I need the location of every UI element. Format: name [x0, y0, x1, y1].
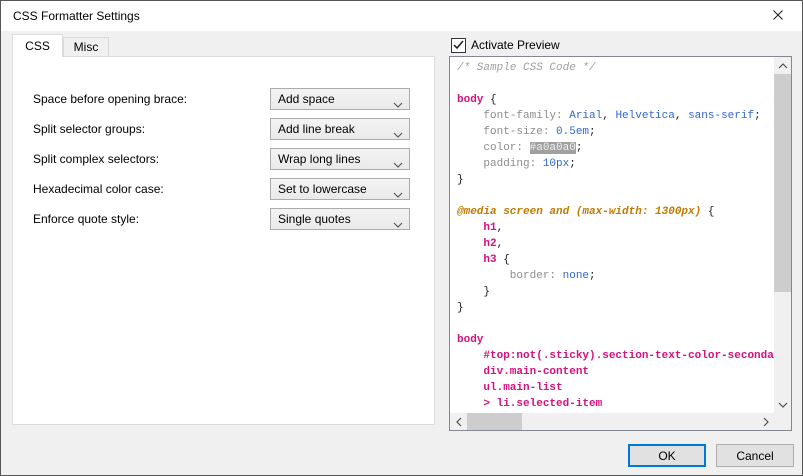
label-split-complex-selectors: Split complex selectors:	[33, 152, 159, 166]
code-line: }	[457, 284, 774, 300]
checkbox-check-icon	[453, 39, 464, 53]
scrollbar-corner	[774, 413, 791, 430]
code-line: ul.main-list	[457, 380, 774, 396]
horizontal-scrollbar-thumb[interactable]	[467, 413, 522, 430]
css-preview-pane: /* Sample CSS Code */ body { font-family:…	[449, 56, 792, 431]
code-line: > li.selected-item	[457, 396, 774, 412]
activate-preview-label: Activate Preview	[471, 38, 560, 52]
code-line: /* Sample CSS Code */	[457, 60, 774, 76]
code-line: font-size: 0.5em;	[457, 124, 774, 140]
code-line: padding: 10px;	[457, 156, 774, 172]
tab-page-css: Space before opening brace: Split select…	[12, 56, 435, 425]
vertical-scrollbar-thumb[interactable]	[774, 74, 791, 292]
combo-value: Add space	[278, 92, 335, 106]
code-line: color: #a0a0a0;	[457, 140, 774, 156]
activate-preview-checkbox[interactable]	[451, 38, 466, 53]
css-formatter-settings-dialog: CSS Formatter Settings CSS Misc Space be…	[0, 0, 803, 476]
combo-enforce-quote-style[interactable]: Single quotes	[270, 208, 410, 230]
scroll-up-icon[interactable]	[774, 57, 791, 74]
scroll-down-icon[interactable]	[774, 396, 791, 413]
combo-space-before-brace[interactable]: Add space	[270, 88, 410, 110]
combo-value: Add line break	[278, 122, 355, 136]
code-line: }	[457, 172, 774, 188]
code-line: h1,	[457, 220, 774, 236]
chevron-down-icon	[393, 97, 403, 111]
code-line: }	[457, 300, 774, 316]
code-line	[457, 76, 774, 92]
ok-button[interactable]: OK	[628, 444, 706, 467]
combo-hex-color-case[interactable]: Set to lowercase	[270, 178, 410, 200]
label-hex-color-case: Hexadecimal color case:	[33, 182, 164, 196]
vertical-scrollbar[interactable]	[774, 57, 791, 413]
code-line	[457, 316, 774, 332]
combo-value: Wrap long lines	[278, 152, 361, 166]
chevron-down-icon	[393, 127, 403, 141]
chevron-down-icon	[393, 157, 403, 171]
label-enforce-quote-style: Enforce quote style:	[33, 212, 139, 226]
combo-value: Single quotes	[278, 212, 351, 226]
chevron-down-icon	[393, 187, 403, 201]
code-line: @media screen and (max-width: 1300px) {	[457, 204, 774, 220]
title-bar: CSS Formatter Settings	[1, 1, 802, 31]
code-line: div.main-content	[457, 364, 774, 380]
close-button[interactable]	[756, 2, 800, 30]
code-line: border: none;	[457, 268, 774, 284]
code-line: h2,	[457, 236, 774, 252]
tab-css[interactable]: CSS	[12, 34, 63, 57]
label-space-before-brace: Space before opening brace:	[33, 92, 187, 106]
close-icon	[772, 9, 784, 24]
code-line: body {	[457, 92, 774, 108]
code-line: font-family: Arial, Helvetica, sans-seri…	[457, 108, 774, 124]
css-preview-code: /* Sample CSS Code */ body { font-family:…	[450, 57, 774, 413]
dialog-title: CSS Formatter Settings	[13, 9, 140, 23]
code-line: body	[457, 332, 774, 348]
code-line: #top:not(.sticky).section-text-color-sec…	[457, 348, 774, 364]
code-line: h3 {	[457, 252, 774, 268]
scroll-left-icon[interactable]	[450, 413, 467, 430]
combo-split-complex-selectors[interactable]: Wrap long lines	[270, 148, 410, 170]
cancel-button[interactable]: Cancel	[716, 444, 794, 467]
scroll-right-icon[interactable]	[757, 413, 774, 430]
combo-value: Set to lowercase	[278, 182, 367, 196]
horizontal-scrollbar[interactable]	[450, 413, 774, 430]
combo-split-selector-groups[interactable]: Add line break	[270, 118, 410, 140]
dialog-frame: CSS Formatter Settings CSS Misc Space be…	[0, 0, 803, 476]
tab-misc[interactable]: Misc	[63, 37, 109, 56]
chevron-down-icon	[393, 217, 403, 231]
label-split-selector-groups: Split selector groups:	[33, 122, 145, 136]
code-line	[457, 188, 774, 204]
